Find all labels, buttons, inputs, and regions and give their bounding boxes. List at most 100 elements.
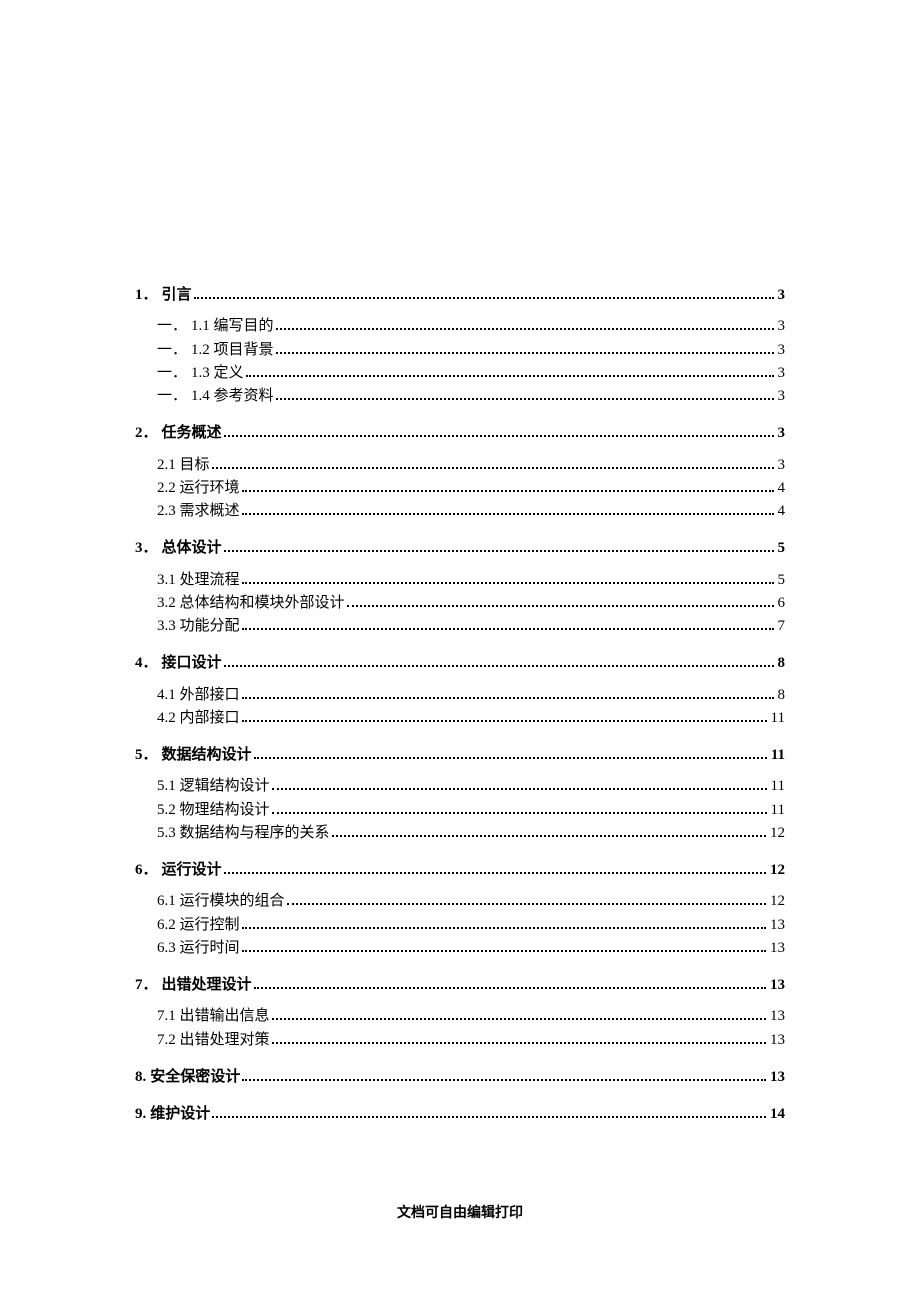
toc-entry-page: 3 — [776, 385, 786, 408]
toc-entry[interactable]: 6.2 运行控制13 — [135, 914, 785, 937]
toc-entry-prefix: 2． — [135, 422, 162, 445]
toc-leader-dots — [242, 712, 767, 722]
toc-entry-page: 4 — [776, 477, 786, 500]
toc-entry[interactable]: 6．运行设计12 — [135, 859, 785, 882]
toc-entry[interactable]: 3.1 处理流程5 — [135, 569, 785, 592]
toc-entry-title: 1.2 项目背景 — [191, 339, 274, 362]
toc-entry[interactable]: 3．总体设计5 — [135, 537, 785, 560]
toc-entry-page: 13 — [768, 1029, 785, 1052]
toc-entry[interactable]: 8.安全保密设计 13 — [135, 1066, 785, 1089]
toc-entry[interactable]: 9.维护设计 14 — [135, 1103, 785, 1126]
toc-entry-prefix: 3． — [135, 537, 162, 560]
toc-entry-page: 3 — [776, 362, 786, 385]
toc-entry-page: 7 — [776, 615, 786, 638]
toc-entry-title: 4.1 外部接口 — [157, 684, 240, 707]
toc-entry-page: 3 — [776, 315, 786, 338]
toc-leader-dots — [242, 942, 766, 952]
toc-entry-title: 5.1 逻辑结构设计 — [157, 775, 270, 798]
toc-entry[interactable]: 7.2 出错处理对策 13 — [135, 1029, 785, 1052]
toc-entry-page: 8 — [776, 652, 786, 675]
toc-leader-dots — [246, 367, 774, 377]
toc-entry[interactable]: 6.1 运行模块的组合 12 — [135, 890, 785, 913]
toc-entry-page: 3 — [776, 422, 786, 445]
toc-entry[interactable]: 2.1 目标3 — [135, 454, 785, 477]
toc-entry-title: 1.4 参考资料 — [191, 385, 274, 408]
toc-entry[interactable]: 5.2 物理结构设计11 — [135, 799, 785, 822]
toc-leader-dots — [242, 506, 774, 516]
toc-entry[interactable]: 1．引言3 — [135, 284, 785, 307]
toc-leader-dots — [212, 459, 774, 469]
toc-entry-title: 3.2 总体结构和模块外部设计 — [157, 592, 345, 615]
toc-entry-page: 13 — [768, 937, 785, 960]
toc-leader-dots — [212, 1109, 766, 1119]
toc-entry-prefix: 5． — [135, 744, 162, 767]
toc-entry-title: 数据结构设计 — [162, 744, 252, 767]
toc-entry[interactable]: 7.1 出错输出信息13 — [135, 1005, 785, 1028]
toc-leader-dots — [272, 1011, 766, 1021]
toc-entry-page: 14 — [768, 1103, 785, 1126]
toc-entry-title: 总体设计 — [162, 537, 222, 560]
toc-entry-prefix: 9. — [135, 1103, 150, 1126]
document-page: 1．引言3一．1.1 编写目的3一．1.2 项目背景3一．1.3 定义3一．1.… — [0, 0, 920, 1302]
toc-entry-page: 12 — [768, 822, 785, 845]
toc-entry[interactable]: 5．数据结构设计11 — [135, 744, 785, 767]
toc-entry[interactable]: 5.3 数据结构与程序的关系 12 — [135, 822, 785, 845]
toc-entry-title: 4.2 内部接口 — [157, 707, 240, 730]
toc-entry-page: 5 — [776, 569, 786, 592]
toc-leader-dots — [347, 597, 774, 607]
toc-leader-dots — [194, 290, 774, 300]
toc-leader-dots — [242, 689, 774, 699]
toc-entry-title: 2.2 运行环境 — [157, 477, 240, 500]
toc-leader-dots — [332, 827, 766, 837]
toc-entry[interactable]: 2．任务概述3 — [135, 422, 785, 445]
toc-entry-page: 6 — [776, 592, 786, 615]
toc-leader-dots — [242, 574, 774, 584]
toc-entry[interactable]: 一．1.4 参考资料3 — [135, 385, 785, 408]
toc-entry-title: 1.1 编写目的 — [191, 315, 274, 338]
toc-entry-page: 11 — [769, 707, 785, 730]
toc-entry[interactable]: 3.3 功能分配 7 — [135, 615, 785, 638]
toc-entry-page: 12 — [768, 890, 785, 913]
toc-leader-dots — [242, 1071, 766, 1081]
toc-entry[interactable]: 4.2 内部接口 11 — [135, 707, 785, 730]
toc-entry[interactable]: 5.1 逻辑结构设计11 — [135, 775, 785, 798]
toc-leader-dots — [276, 321, 774, 331]
toc-entry[interactable]: 3.2 总体结构和模块外部设计 6 — [135, 592, 785, 615]
toc-entry-page: 13 — [768, 914, 785, 937]
page-footer: 文档可自由编辑打印 — [0, 1202, 920, 1222]
toc-entry-prefix: 1． — [135, 284, 162, 307]
toc-entry-page: 4 — [776, 500, 786, 523]
toc-entry[interactable]: 一．1.1 编写目的3 — [135, 315, 785, 338]
toc-entry-prefix: 一． — [157, 339, 191, 362]
toc-entry[interactable]: 4．接口设计8 — [135, 652, 785, 675]
toc-entry-title: 运行设计 — [162, 859, 222, 882]
toc-leader-dots — [272, 781, 767, 791]
toc-entry-title: 3.3 功能分配 — [157, 615, 240, 638]
toc-entry-title: 维护设计 — [150, 1103, 210, 1126]
toc-entry-prefix: 8. — [135, 1066, 150, 1089]
toc-entry-prefix: 一． — [157, 362, 191, 385]
toc-entry-prefix: 6． — [135, 859, 162, 882]
toc-entry[interactable]: 6.3 运行时间 13 — [135, 937, 785, 960]
toc-leader-dots — [272, 1034, 766, 1044]
toc-entry-page: 13 — [768, 1066, 785, 1089]
toc-entry-title: 5.2 物理结构设计 — [157, 799, 270, 822]
toc-entry-page: 3 — [776, 339, 786, 362]
toc-entry-title: 5.3 数据结构与程序的关系 — [157, 822, 330, 845]
toc-entry-page: 3 — [776, 454, 786, 477]
toc-leader-dots — [287, 896, 766, 906]
toc-entry[interactable]: 7．出错处理设计13 — [135, 974, 785, 997]
toc-entry[interactable]: 一．1.3 定义 3 — [135, 362, 785, 385]
toc-entry[interactable]: 4.1 外部接口8 — [135, 684, 785, 707]
toc-entry-title: 7.2 出错处理对策 — [157, 1029, 270, 1052]
toc-entry[interactable]: 2.3 需求概述4 — [135, 500, 785, 523]
toc-entry-title: 6.1 运行模块的组合 — [157, 890, 285, 913]
toc-entry-title: 1.3 定义 — [191, 362, 244, 385]
toc-entry-title: 出错处理设计 — [162, 974, 252, 997]
toc-entry[interactable]: 一．1.2 项目背景 3 — [135, 339, 785, 362]
toc-leader-dots — [224, 658, 774, 668]
toc-entry-title: 安全保密设计 — [150, 1066, 240, 1089]
toc-entry-title: 6.3 运行时间 — [157, 937, 240, 960]
toc-leader-dots — [276, 344, 774, 354]
toc-entry[interactable]: 2.2 运行环境 4 — [135, 477, 785, 500]
